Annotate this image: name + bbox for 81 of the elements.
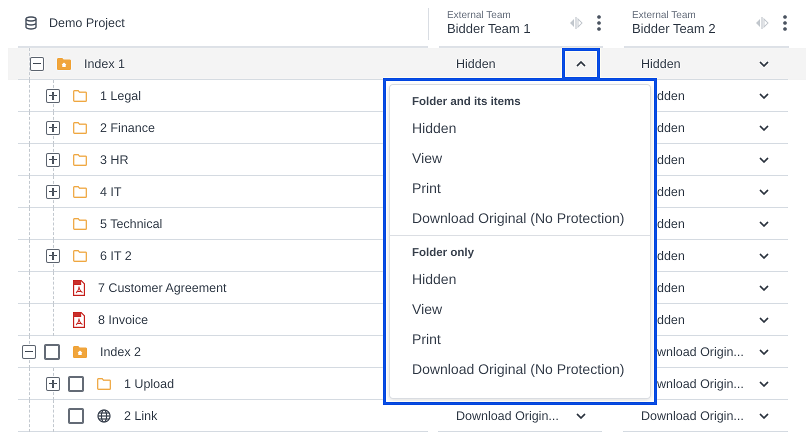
- menu-option[interactable]: Hidden: [390, 264, 650, 294]
- folder-icon: [73, 154, 87, 166]
- access-value: dden: [656, 216, 686, 230]
- access-value: dden: [656, 312, 686, 326]
- chevron-down-icon: [759, 220, 769, 226]
- tree-item-label[interactable]: 7 Customer Agreement: [98, 280, 227, 294]
- access-value: dden: [656, 280, 686, 294]
- menu-option[interactable]: Download Original (No Protection): [390, 354, 650, 384]
- chevron-down-icon: [759, 284, 769, 290]
- access-value: Hidden: [640, 56, 682, 70]
- expand-icon[interactable]: [46, 152, 60, 166]
- access-value: dden: [656, 184, 686, 198]
- database-icon: [25, 16, 37, 30]
- column-group-label: External Team: [632, 10, 697, 21]
- tree-item-label[interactable]: 6 IT 2: [100, 248, 132, 262]
- chevron-down-icon: [759, 348, 769, 354]
- access-value: Download Origin...: [455, 408, 560, 422]
- more-options-icon[interactable]: [783, 15, 787, 31]
- menu-option[interactable]: Hidden: [390, 113, 650, 143]
- chevron-down-icon: [759, 60, 769, 66]
- access-value: Hidden: [455, 56, 497, 70]
- access-value: dden: [656, 120, 686, 134]
- tree-item-label[interactable]: 1 Legal: [100, 88, 142, 102]
- folder-icon: [73, 122, 87, 134]
- menu-option[interactable]: Download Original (No Protection): [390, 203, 650, 233]
- pdf-file-icon: [73, 312, 85, 328]
- menu-section-title: Folder only: [411, 247, 475, 259]
- access-value: dden: [656, 88, 686, 102]
- folder-icon: [73, 250, 87, 262]
- chevron-down-icon: [576, 412, 586, 418]
- column-title: Bidder Team 1: [447, 21, 532, 36]
- access-value: dden: [656, 152, 686, 166]
- folder-icon: [73, 218, 87, 230]
- chevron-down-icon: [759, 124, 769, 130]
- tree-item-label[interactable]: Index 2: [100, 344, 142, 358]
- chevron-down-icon: [759, 156, 769, 162]
- globe-icon: [97, 408, 111, 422]
- chevron-down-icon: [759, 92, 769, 98]
- menu-option[interactable]: View: [390, 143, 650, 173]
- menu-option[interactable]: Print: [390, 173, 650, 203]
- folder-icon: [97, 378, 111, 390]
- access-value: wnload Origin...: [656, 376, 745, 390]
- home-folder-icon: [57, 58, 71, 70]
- tree-item-label[interactable]: 1 Upload: [124, 376, 174, 390]
- more-options-icon[interactable]: [597, 15, 601, 31]
- access-value: wnload Origin...: [656, 344, 745, 358]
- tree-item-label[interactable]: Index 1: [84, 56, 126, 70]
- checkbox[interactable]: [68, 376, 84, 392]
- access-value: Download Origin...: [640, 408, 745, 422]
- expand-icon[interactable]: [46, 376, 60, 390]
- chevron-down-icon: [759, 412, 769, 418]
- chevron-down-icon: [759, 188, 769, 194]
- column-title: Bidder Team 2: [632, 21, 717, 36]
- access-value: dden: [656, 248, 686, 262]
- chevron-down-icon: [759, 316, 769, 322]
- folder-icon: [73, 186, 87, 198]
- home-folder-icon: [73, 346, 87, 358]
- chevron-down-icon: [759, 380, 769, 386]
- expand-icon[interactable]: [46, 88, 60, 102]
- project-name: Demo Project: [49, 16, 125, 30]
- collapse-icon[interactable]: [30, 56, 44, 70]
- tree-item-label[interactable]: 4 IT: [100, 184, 122, 198]
- collapse-icon[interactable]: [22, 344, 36, 358]
- checkbox[interactable]: [44, 344, 60, 360]
- chevron-down-icon: [759, 252, 769, 258]
- menu-option[interactable]: View: [390, 294, 650, 324]
- menu-option[interactable]: Print: [390, 324, 650, 354]
- expand-icon[interactable]: [46, 248, 60, 262]
- pdf-file-icon: [73, 280, 85, 296]
- tree-item-label[interactable]: 8 Invoice: [98, 312, 148, 326]
- tree-item-label[interactable]: 5 Technical: [100, 216, 162, 230]
- menu-section-title: Folder and its items: [411, 96, 522, 108]
- chevron-up-icon: [576, 60, 586, 66]
- expand-icon[interactable]: [46, 120, 60, 134]
- tree-item-label[interactable]: 2 Finance: [100, 120, 155, 134]
- checkbox[interactable]: [68, 408, 84, 424]
- tree-item-label[interactable]: 2 Link: [124, 408, 158, 422]
- column-group-label: External Team: [447, 10, 512, 21]
- folder-icon: [73, 90, 87, 102]
- tree-item-label[interactable]: 3 HR: [100, 152, 128, 166]
- expand-icon[interactable]: [46, 184, 60, 198]
